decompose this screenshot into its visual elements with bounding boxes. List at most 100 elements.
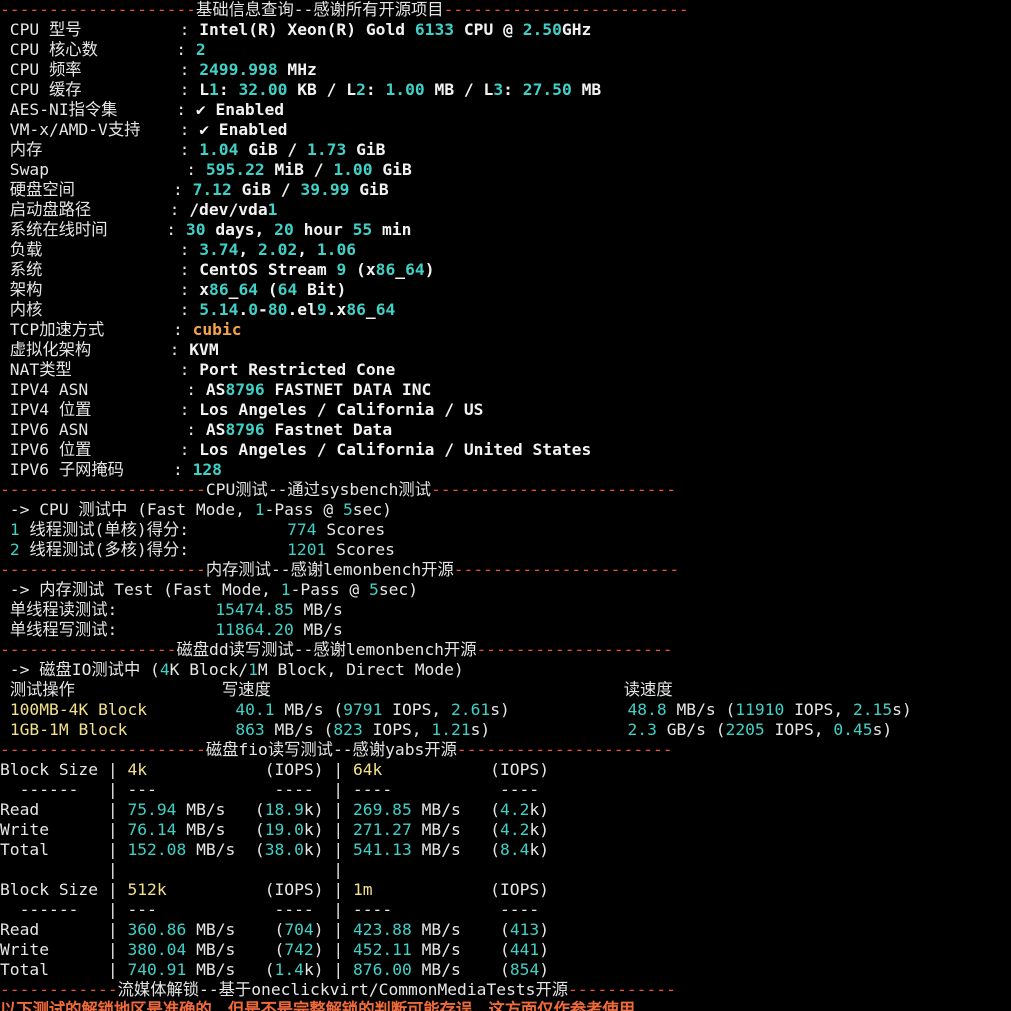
basic-info-row: CPU 核心数 : 2: [0, 40, 1011, 60]
basic-info-label: IPV6 ASN :: [0, 420, 206, 439]
cpu-test-header: -> CPU 测试中 (Fast Mode, 1-Pass @ 5sec): [0, 500, 392, 519]
section-header-fio: ---------------------磁盘fio读写测试--感谢yabs开源…: [0, 740, 673, 759]
basic-info-label: 内存 :: [0, 140, 200, 159]
cpu-test-row: 2 线程测试(多核)得分: 1201 Scores: [0, 540, 1011, 560]
dd-write: 40.1 MB/s (9791 IOPS, 2.61s): [235, 700, 628, 719]
cpu-test-label: 2 线程测试(多核)得分:: [9, 540, 190, 559]
section-header-dd: ------------------磁盘dd读写测试--感谢lemonbench…: [0, 640, 673, 659]
fio-table-row: | |: [107, 860, 344, 879]
basic-info-row: 负载 : 3.74, 2.02, 1.06: [0, 240, 1011, 260]
fio-table: Block Size | 4k (IOPS) | 64k (IOPS) ----…: [0, 760, 1011, 980]
mem-test-rows: 单线程读测试: 15474.85 MB/s 单线程写测试: 11864.20 M…: [0, 600, 1011, 640]
terminal-window: --------------------基础信息查询--感谢所有开源项目----…: [0, 0, 1011, 1011]
basic-info-value: cubic: [192, 320, 242, 339]
basic-info-label: Swap :: [0, 160, 206, 179]
dd-test-row: 1GB-1M Block 863 MB/s (823 IOPS, 1.21s) …: [0, 720, 1011, 740]
basic-info-value: KVM: [189, 340, 219, 359]
dd-read: 2.3 GB/s (2205 IOPS, 0.45s): [627, 720, 893, 739]
basic-info-row: 内核 : 5.14.0-80.el9.x86_64: [0, 300, 1011, 320]
basic-info-value: 595.22 MiB / 1.00 GiB: [205, 160, 412, 179]
basic-info-value: Los Angeles / California / US: [199, 400, 484, 419]
basic-info-label: 内核 :: [0, 300, 200, 319]
basic-info-value: AS8796 Fastnet Data: [205, 420, 393, 439]
basic-info-label: AES-NI指令集 :: [0, 100, 196, 119]
mem-test-row: 单线程写测试: 11864.20 MB/s: [0, 620, 343, 639]
basic-info-row: CPU 频率 : 2499.998 MHz: [0, 60, 1011, 80]
basic-info-label: 启动盘路径 :: [0, 200, 190, 219]
basic-info-row: IPV6 位置 : Los Angeles / California / Uni…: [0, 440, 1011, 460]
fio-table-row: ------ | --- ---- | ---- ----: [0, 780, 549, 799]
basic-info-row: CPU 缓存 : L1: 32.00 KB / L2: 1.00 MB / L3…: [0, 80, 1011, 100]
mem-test-header: -> 内存测试 Test (Fast Mode, 1-Pass @ 5sec): [0, 580, 419, 599]
basic-info-row: IPV6 ASN : AS8796 Fastnet Data: [0, 420, 1011, 440]
mem-test-label: 单线程读测试:: [0, 600, 216, 619]
dd-op: 1GB-1M Block: [9, 720, 236, 739]
basic-info-label: IPV6 子网掩码 :: [0, 460, 193, 479]
basic-info-row: 系统在线时间 : 30 days, 20 hour 55 min: [0, 220, 1011, 240]
basic-info-label: CPU 缓存 :: [0, 80, 200, 99]
basic-info-value: 3.74, 2.02, 1.06: [199, 240, 357, 259]
basic-info-value: x86_64 (64 Bit): [199, 280, 347, 299]
mem-test-value: 15474.85: [215, 600, 294, 619]
section-header-basic: --------------------基础信息查询--感谢所有开源项目----…: [0, 0, 689, 19]
fio-table-row: Total | 152.08 MB/s (38.0k) | 541.13 MB/…: [0, 840, 550, 859]
basic-info-row: 内存 : 1.04 GiB / 1.73 GiB: [0, 140, 1011, 160]
mem-test-row: 单线程读测试: 15474.85 MB/s: [0, 600, 343, 619]
cpu-score: 1201: [287, 540, 327, 559]
basic-info-label: IPV6 位置 :: [0, 440, 200, 459]
basic-info-row: VM-x/AMD-V支持 : ✔ Enabled: [0, 120, 1011, 140]
basic-info-label: 系统在线时间 :: [0, 220, 186, 239]
basic-info-value: 1.04 GiB / 1.73 GiB: [199, 140, 386, 159]
fio-table-row: Read | 360.86 MB/s (704) | 423.88 MB/s (…: [0, 920, 550, 939]
cpu-score: 774: [287, 520, 317, 539]
basic-info-row: CPU 型号 : Intel(R) Xeon(R) Gold 6133 CPU …: [0, 20, 1011, 40]
mem-test-label: 单线程写测试:: [0, 620, 216, 639]
basic-info-row: 硬盘空间 : 7.12 GiB / 39.99 GiB: [0, 180, 1011, 200]
basic-info-value: CentOS Stream 9 (x86_64): [199, 260, 435, 279]
basic-info-row: Swap : 595.22 MiB / 1.00 GiB: [0, 160, 1011, 180]
media-note: 以下测试的解锁地区是准确的，但是不是完整解锁的判断可能存误，这方面仅作参考使用: [0, 1000, 635, 1011]
basic-info-row: TCP加速方式 : cubic: [0, 320, 1011, 340]
basic-info-row: IPV6 子网掩码 : 128: [0, 460, 1011, 480]
basic-info-row: 虚拟化架构 : KVM: [0, 340, 1011, 360]
dd-test-row: 100MB-4K Block 40.1 MB/s (9791 IOPS, 2.6…: [0, 700, 1011, 720]
basic-info-label: 架构 :: [0, 280, 200, 299]
dd-column-headers: 测试操作 写速度 读速度: [9, 680, 673, 699]
fio-table-row: Write | 76.14 MB/s (19.0k) | 271.27 MB/s…: [0, 820, 550, 839]
basic-info-value: AS8796 FASTNET DATA INC: [205, 380, 432, 399]
cpu-test-rows: 1 线程测试(单核)得分: 774 Scores 2 线程测试(多核)得分: 1…: [0, 520, 1011, 560]
basic-info-value: L1: 32.00 KB / L2: 1.00 MB / L3: 27.50 M…: [199, 80, 602, 99]
basic-info-label: TCP加速方式 :: [0, 320, 193, 339]
dd-test-rows: 100MB-4K Block 40.1 MB/s (9791 IOPS, 2.6…: [0, 700, 1011, 740]
basic-info-row: NAT类型 : Port Restricted Cone: [0, 360, 1011, 380]
basic-info-label: 负载 :: [0, 240, 200, 259]
basic-info-value: ✔ Enabled: [195, 100, 285, 119]
mem-test-value: 11864.20: [215, 620, 294, 639]
basic-info-row: AES-NI指令集 : ✔ Enabled: [0, 100, 1011, 120]
basic-info-value: /dev/vda1: [189, 200, 278, 219]
basic-info-value: Intel(R) Xeon(R) Gold 6133 CPU @ 2.50GHz: [199, 20, 592, 39]
basic-info-value: 2499.998 MHz: [199, 60, 317, 79]
dd-test-header: -> 磁盘IO测试中 (4K Block/1M Block, Direct Mo…: [0, 660, 464, 679]
fio-table-row: Block Size | 512k (IOPS) | 1m (IOPS): [0, 880, 549, 899]
section-header-media: ------------流媒体解锁--基于oneclickvirt/Common…: [0, 980, 676, 999]
basic-info-value: Los Angeles / California / United States: [199, 440, 592, 459]
basic-info-list: CPU 型号 : Intel(R) Xeon(R) Gold 6133 CPU …: [0, 20, 1011, 480]
fio-table-row: Read | 75.94 MB/s (18.9k) | 269.85 MB/s …: [0, 800, 550, 819]
dd-read: 48.8 MB/s (11910 IOPS, 2.15s): [627, 700, 912, 719]
basic-info-row: 启动盘路径 : /dev/vda1: [0, 200, 1011, 220]
basic-info-label: CPU 核心数 :: [0, 40, 196, 59]
section-header-mem: ---------------------内存测试--感谢lemonbench开…: [0, 560, 680, 579]
dd-op: 100MB-4K Block: [9, 700, 236, 719]
basic-info-value: 128: [192, 460, 222, 479]
basic-info-label: IPV4 ASN :: [0, 380, 206, 399]
basic-info-row: IPV4 位置 : Los Angeles / California / US: [0, 400, 1011, 420]
basic-info-label: VM-x/AMD-V支持 :: [0, 120, 200, 139]
basic-info-value: 7.12 GiB / 39.99 GiB: [192, 180, 389, 199]
section-header-cpu: ---------------------CPU测试--通过sysbench测试…: [0, 480, 677, 499]
basic-info-label: IPV4 位置 :: [0, 400, 200, 419]
basic-info-value: 5.14.0-80.el9.x86_64: [199, 300, 396, 319]
fio-table-row: ------ | --- ---- | ---- ----: [0, 900, 549, 919]
basic-info-label: NAT类型 :: [0, 360, 200, 379]
basic-info-label: 虚拟化架构 :: [0, 340, 190, 359]
